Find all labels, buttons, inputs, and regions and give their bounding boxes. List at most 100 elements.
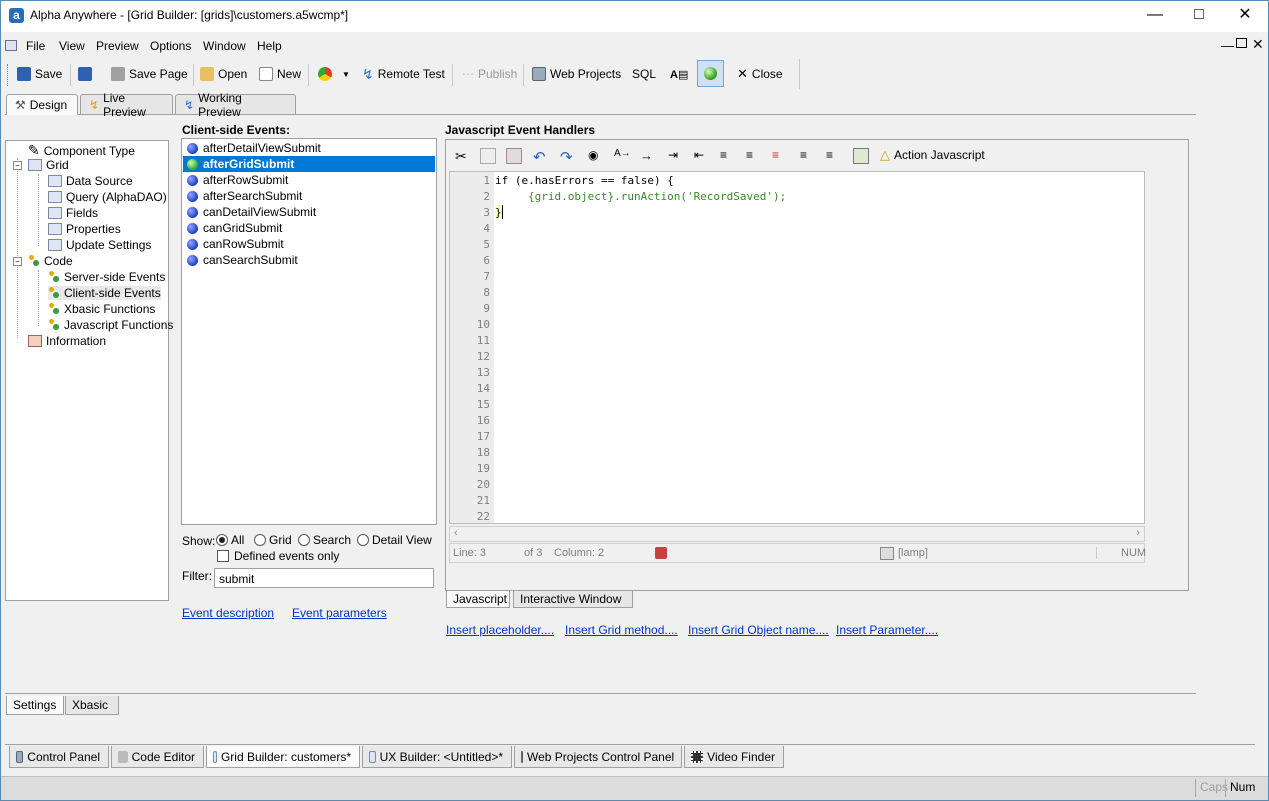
- tree-item-code[interactable]: Code: [28, 254, 73, 268]
- tree-item-client-events[interactable]: Client-side Events: [48, 286, 161, 300]
- align-icon[interactable]: ≡: [720, 148, 736, 164]
- paste-icon[interactable]: [506, 148, 522, 164]
- browser-button[interactable]: ▼: [318, 64, 350, 84]
- menu-options[interactable]: Options: [150, 39, 191, 53]
- tab-live-preview[interactable]: ↯ Live Preview: [80, 91, 173, 119]
- close-button[interactable]: ✕ Close: [737, 64, 783, 84]
- list-item[interactable]: canGridSubmit: [183, 220, 435, 236]
- copy-icon[interactable]: [480, 148, 496, 164]
- find-icon[interactable]: ◉: [588, 148, 604, 164]
- tab-video-finder[interactable]: Video Finder: [684, 746, 784, 768]
- mdi-minimize-button[interactable]: —: [1221, 38, 1234, 53]
- mdi-restore-button[interactable]: [1236, 38, 1247, 48]
- menu-help[interactable]: Help: [257, 39, 282, 53]
- menu-file[interactable]: File: [26, 39, 45, 53]
- tab-code-editor[interactable]: Code Editor: [111, 746, 204, 768]
- event-description-link[interactable]: Event description: [182, 606, 274, 620]
- tab-xbasic[interactable]: Xbasic: [65, 696, 119, 715]
- list-item[interactable]: afterDetailViewSubmit: [183, 140, 435, 156]
- indent-icon[interactable]: ⇥: [668, 148, 684, 164]
- mdi-close-button[interactable]: ✕: [1252, 36, 1264, 53]
- wrap-icon[interactable]: ≡: [772, 148, 788, 164]
- tab-working-preview[interactable]: ↯ Working Preview: [175, 91, 296, 119]
- list-item[interactable]: canRowSubmit: [183, 236, 435, 252]
- undo-icon[interactable]: ↶: [533, 148, 549, 166]
- cut-icon[interactable]: ✂: [455, 148, 471, 164]
- code-expander[interactable]: −: [13, 257, 22, 266]
- insert-grid-method-link[interactable]: Insert Grid method....: [565, 623, 678, 637]
- open-button[interactable]: Open: [200, 64, 247, 84]
- tree-item-properties[interactable]: Properties: [48, 222, 121, 236]
- horizontal-scrollbar[interactable]: ‹ ›: [449, 526, 1145, 542]
- new-button[interactable]: New: [259, 64, 301, 84]
- code-editor[interactable]: [449, 171, 1145, 524]
- insert-parameter-link[interactable]: Insert Parameter....: [836, 623, 938, 637]
- toolbar-grip: [7, 64, 10, 86]
- grid-expander[interactable]: −: [13, 161, 22, 170]
- scroll-left-icon[interactable]: ‹: [454, 527, 458, 539]
- save-all-button[interactable]: [78, 64, 92, 84]
- scroll-right-icon[interactable]: ›: [1136, 527, 1140, 539]
- tab-interactive-window[interactable]: Interactive Window: [513, 591, 633, 608]
- tree-item-server-events[interactable]: Server-side Events: [48, 270, 165, 284]
- tree-item-information[interactable]: Information: [28, 334, 106, 348]
- list-item-selected[interactable]: afterGridSubmit: [183, 156, 435, 172]
- maximize-button[interactable]: □: [1176, 0, 1222, 32]
- save-button[interactable]: Save: [17, 64, 62, 84]
- sql-button[interactable]: SQL: [632, 64, 656, 84]
- insert-grid-object-name-link[interactable]: Insert Grid Object name....: [688, 623, 829, 637]
- close-window-button[interactable]: ✕: [1222, 0, 1268, 32]
- preview-icon[interactable]: [853, 148, 869, 164]
- minimize-button[interactable]: —: [1132, 0, 1178, 32]
- tree-item-data-source[interactable]: Data Source: [48, 174, 133, 188]
- tree-item-xbasic-functions[interactable]: Xbasic Functions: [48, 302, 155, 316]
- replace-icon[interactable]: A→: [614, 148, 631, 164]
- run-toggle-button[interactable]: [697, 60, 724, 87]
- menu-window[interactable]: Window: [203, 39, 246, 53]
- list-item[interactable]: canDetailViewSubmit: [183, 204, 435, 220]
- chrome-icon: [318, 67, 332, 81]
- uncomment-icon[interactable]: ≡: [826, 148, 842, 164]
- radio-detail-view[interactable]: Detail View: [357, 533, 432, 547]
- radio-grid[interactable]: Grid: [254, 533, 292, 547]
- num-indicator: Num: [1225, 779, 1257, 797]
- radio-search[interactable]: Search: [298, 533, 351, 547]
- bookmark-icon[interactable]: [655, 547, 667, 559]
- list-item[interactable]: afterRowSubmit: [183, 172, 435, 188]
- publish-button[interactable]: ⋯ Publish: [462, 64, 517, 84]
- goto-arrow-icon[interactable]: →: [640, 148, 656, 164]
- tree-item-fields[interactable]: Fields: [48, 206, 98, 220]
- comment-icon[interactable]: ≡: [800, 148, 816, 164]
- chevron-down-icon[interactable]: ▼: [342, 70, 350, 79]
- insert-placeholder-link[interactable]: Insert placeholder....: [446, 623, 554, 637]
- web-projects-button[interactable]: Web Projects: [532, 64, 621, 84]
- save-page-button[interactable]: Save Page: [111, 64, 188, 84]
- outdent-icon[interactable]: ⇤: [694, 148, 710, 164]
- filter-input[interactable]: submit: [214, 568, 434, 588]
- radio-all[interactable]: All: [216, 533, 244, 547]
- tree-item-grid[interactable]: Grid: [28, 158, 69, 172]
- tab-ux-builder[interactable]: UX Builder: <Untitled>*: [362, 746, 512, 768]
- event-parameters-link[interactable]: Event parameters: [292, 606, 387, 620]
- tree-item-js-functions[interactable]: Javascript Functions: [48, 318, 173, 332]
- remote-test-button[interactable]: ↯ Remote Test: [362, 64, 445, 84]
- tab-design[interactable]: ⚒ Design: [6, 94, 78, 115]
- tab-grid-builder[interactable]: Grid Builder: customers*: [206, 746, 360, 768]
- tab-javascript[interactable]: Javascript: [446, 591, 510, 608]
- control-panel-icon: [16, 750, 24, 763]
- redo-icon[interactable]: ↷: [560, 148, 576, 166]
- menu-view[interactable]: View: [59, 39, 85, 53]
- list-item[interactable]: afterSearchSubmit: [183, 188, 435, 204]
- tree-item-component-type[interactable]: ✎ Component Type: [28, 142, 135, 159]
- tree-item-update-settings[interactable]: Update Settings: [48, 238, 151, 252]
- format-icon[interactable]: ≡: [746, 148, 762, 164]
- tab-control-panel[interactable]: Control Panel: [9, 746, 109, 768]
- tree-item-query[interactable]: Query (AlphaDAO): [48, 190, 167, 204]
- defined-only-checkbox[interactable]: Defined events only: [217, 549, 339, 563]
- tab-settings[interactable]: Settings: [6, 696, 64, 715]
- action-javascript-button[interactable]: △ Action Javascript: [880, 147, 985, 163]
- genie-button[interactable]: A▤: [670, 64, 688, 84]
- tab-web-projects-control-panel[interactable]: Web Projects Control Panel: [514, 746, 682, 768]
- menu-preview[interactable]: Preview: [96, 39, 139, 53]
- list-item[interactable]: canSearchSubmit: [183, 252, 435, 268]
